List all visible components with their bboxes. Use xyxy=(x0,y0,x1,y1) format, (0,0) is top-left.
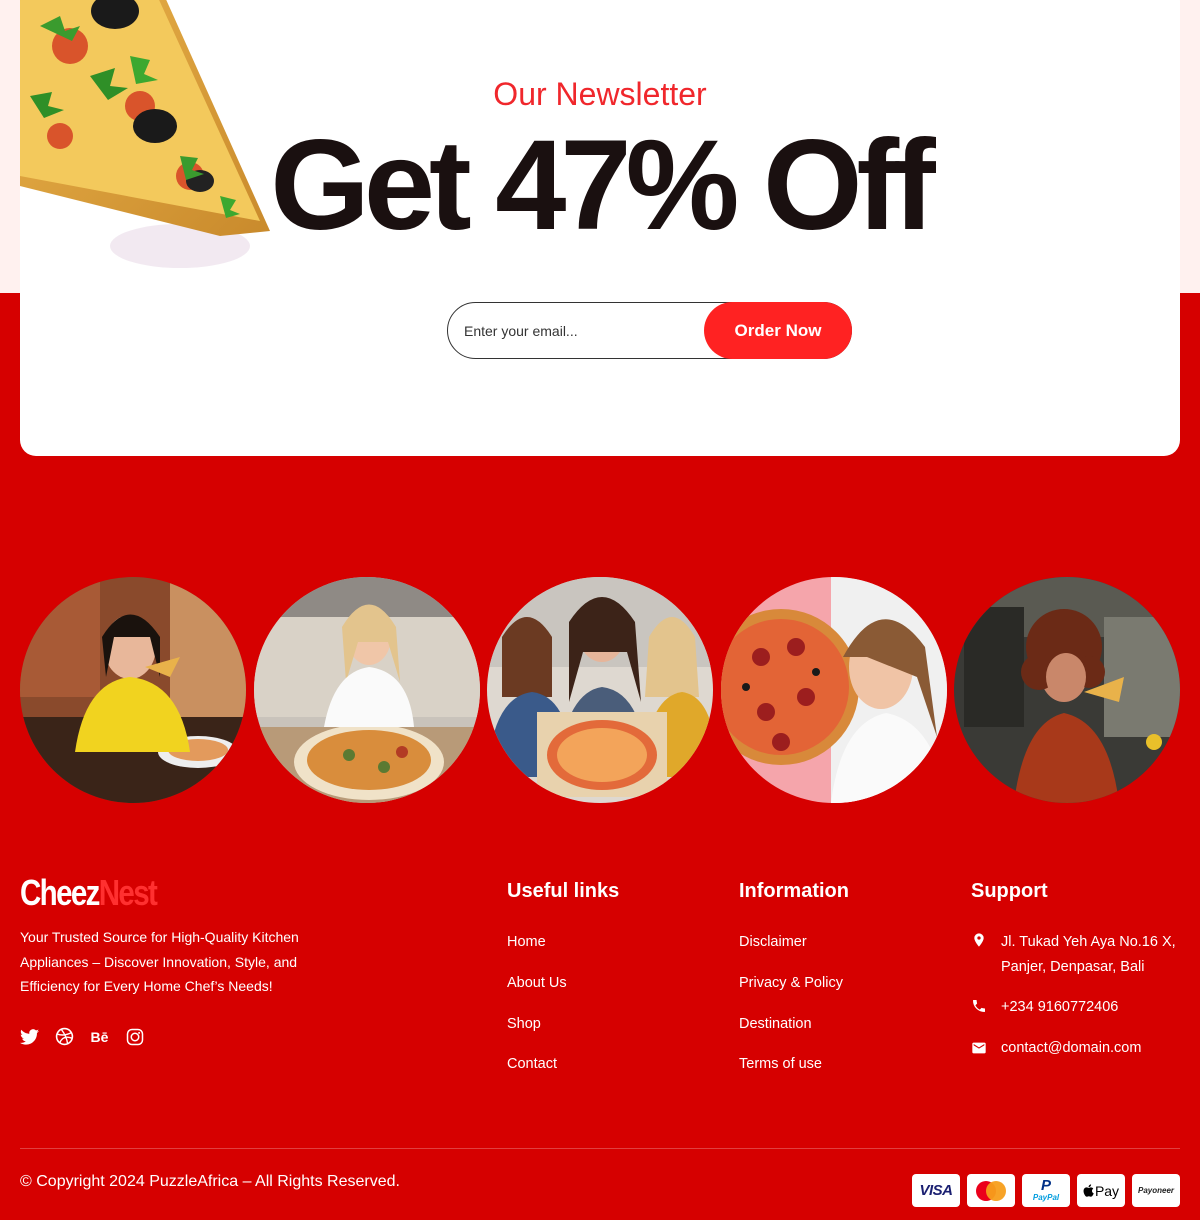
woman-with-pepperoni-pizza-image xyxy=(721,577,947,803)
footer-link-shop[interactable]: Shop xyxy=(507,1016,541,1032)
footer-link-contact[interactable]: Contact xyxy=(507,1056,557,1072)
twitter-icon[interactable] xyxy=(20,1027,39,1046)
useful-links-title: Useful links xyxy=(507,880,620,902)
footer-link-destination[interactable]: Destination xyxy=(739,1016,812,1032)
information-title: Information xyxy=(739,880,849,902)
brand-part-1: Cheez xyxy=(20,872,100,913)
brand-part-2: Nest xyxy=(98,872,158,913)
copyright-text: © Copyright 2024 PuzzleAfrica – All Righ… xyxy=(20,1173,400,1190)
woman-eating-pizza-kitchen-image xyxy=(954,577,1180,803)
footer-tagline: Your Trusted Source for High-Quality Kit… xyxy=(20,929,299,994)
newsletter-headline: Get 47% Off xyxy=(270,114,936,257)
phone-text: +234 9160772406 xyxy=(1001,999,1119,1015)
footer-link-about-us[interactable]: About Us xyxy=(507,975,567,991)
gallery-photo-3 xyxy=(487,577,713,803)
three-women-pizza-box-image xyxy=(487,577,713,803)
mail-icon xyxy=(972,1042,986,1054)
footer-link-home[interactable]: Home xyxy=(507,934,546,950)
location-pin-icon xyxy=(974,933,984,947)
footer-link-terms-of-use[interactable]: Terms of use xyxy=(739,1056,822,1072)
dribbble-icon[interactable] xyxy=(55,1027,74,1046)
photo-gallery xyxy=(20,577,1180,803)
footer-brand-logo[interactable]: CheezNest xyxy=(20,872,158,914)
gallery-photo-2 xyxy=(254,577,480,803)
newsletter-form: Order Now xyxy=(447,302,852,359)
visa-icon: VISA xyxy=(912,1174,960,1207)
woman-eating-pizza-couch-image xyxy=(254,577,480,803)
address-text: Jl. Tukad Yeh Aya No.16 X, Panjer, Denpa… xyxy=(1001,934,1176,975)
payment-methods: VISA P PayPal Pay Payoneer xyxy=(912,1174,1180,1207)
order-now-button[interactable]: Order Now xyxy=(704,302,852,359)
gallery-photo-5 xyxy=(954,577,1180,803)
woman-eating-pizza-yellow-sweater-image xyxy=(20,577,246,803)
gallery-photo-4 xyxy=(721,577,947,803)
phone-icon xyxy=(973,1000,985,1012)
support-title: Support xyxy=(971,880,1048,902)
instagram-icon[interactable] xyxy=(125,1027,144,1046)
payoneer-icon: Payoneer xyxy=(1132,1174,1180,1207)
behance-icon[interactable]: Bē xyxy=(90,1027,109,1046)
footer-link-privacy-policy[interactable]: Privacy & Policy xyxy=(739,975,843,991)
mastercard-icon xyxy=(967,1174,1015,1207)
email-text: contact@domain.com xyxy=(1001,1040,1142,1056)
apple-logo-icon xyxy=(1083,1184,1094,1197)
footer-divider xyxy=(20,1148,1180,1149)
social-links: Bē xyxy=(20,1027,144,1046)
newsletter-title: Our Newsletter xyxy=(493,76,707,112)
newsletter-card: Our Newsletter Get 47% Off Order Now xyxy=(20,0,1180,456)
footer-link-disclaimer[interactable]: Disclaimer xyxy=(739,934,807,950)
paypal-icon: P PayPal xyxy=(1022,1174,1070,1207)
apple-pay-icon: Pay xyxy=(1077,1174,1125,1207)
gallery-photo-1 xyxy=(20,577,246,803)
email-input[interactable] xyxy=(464,303,704,358)
